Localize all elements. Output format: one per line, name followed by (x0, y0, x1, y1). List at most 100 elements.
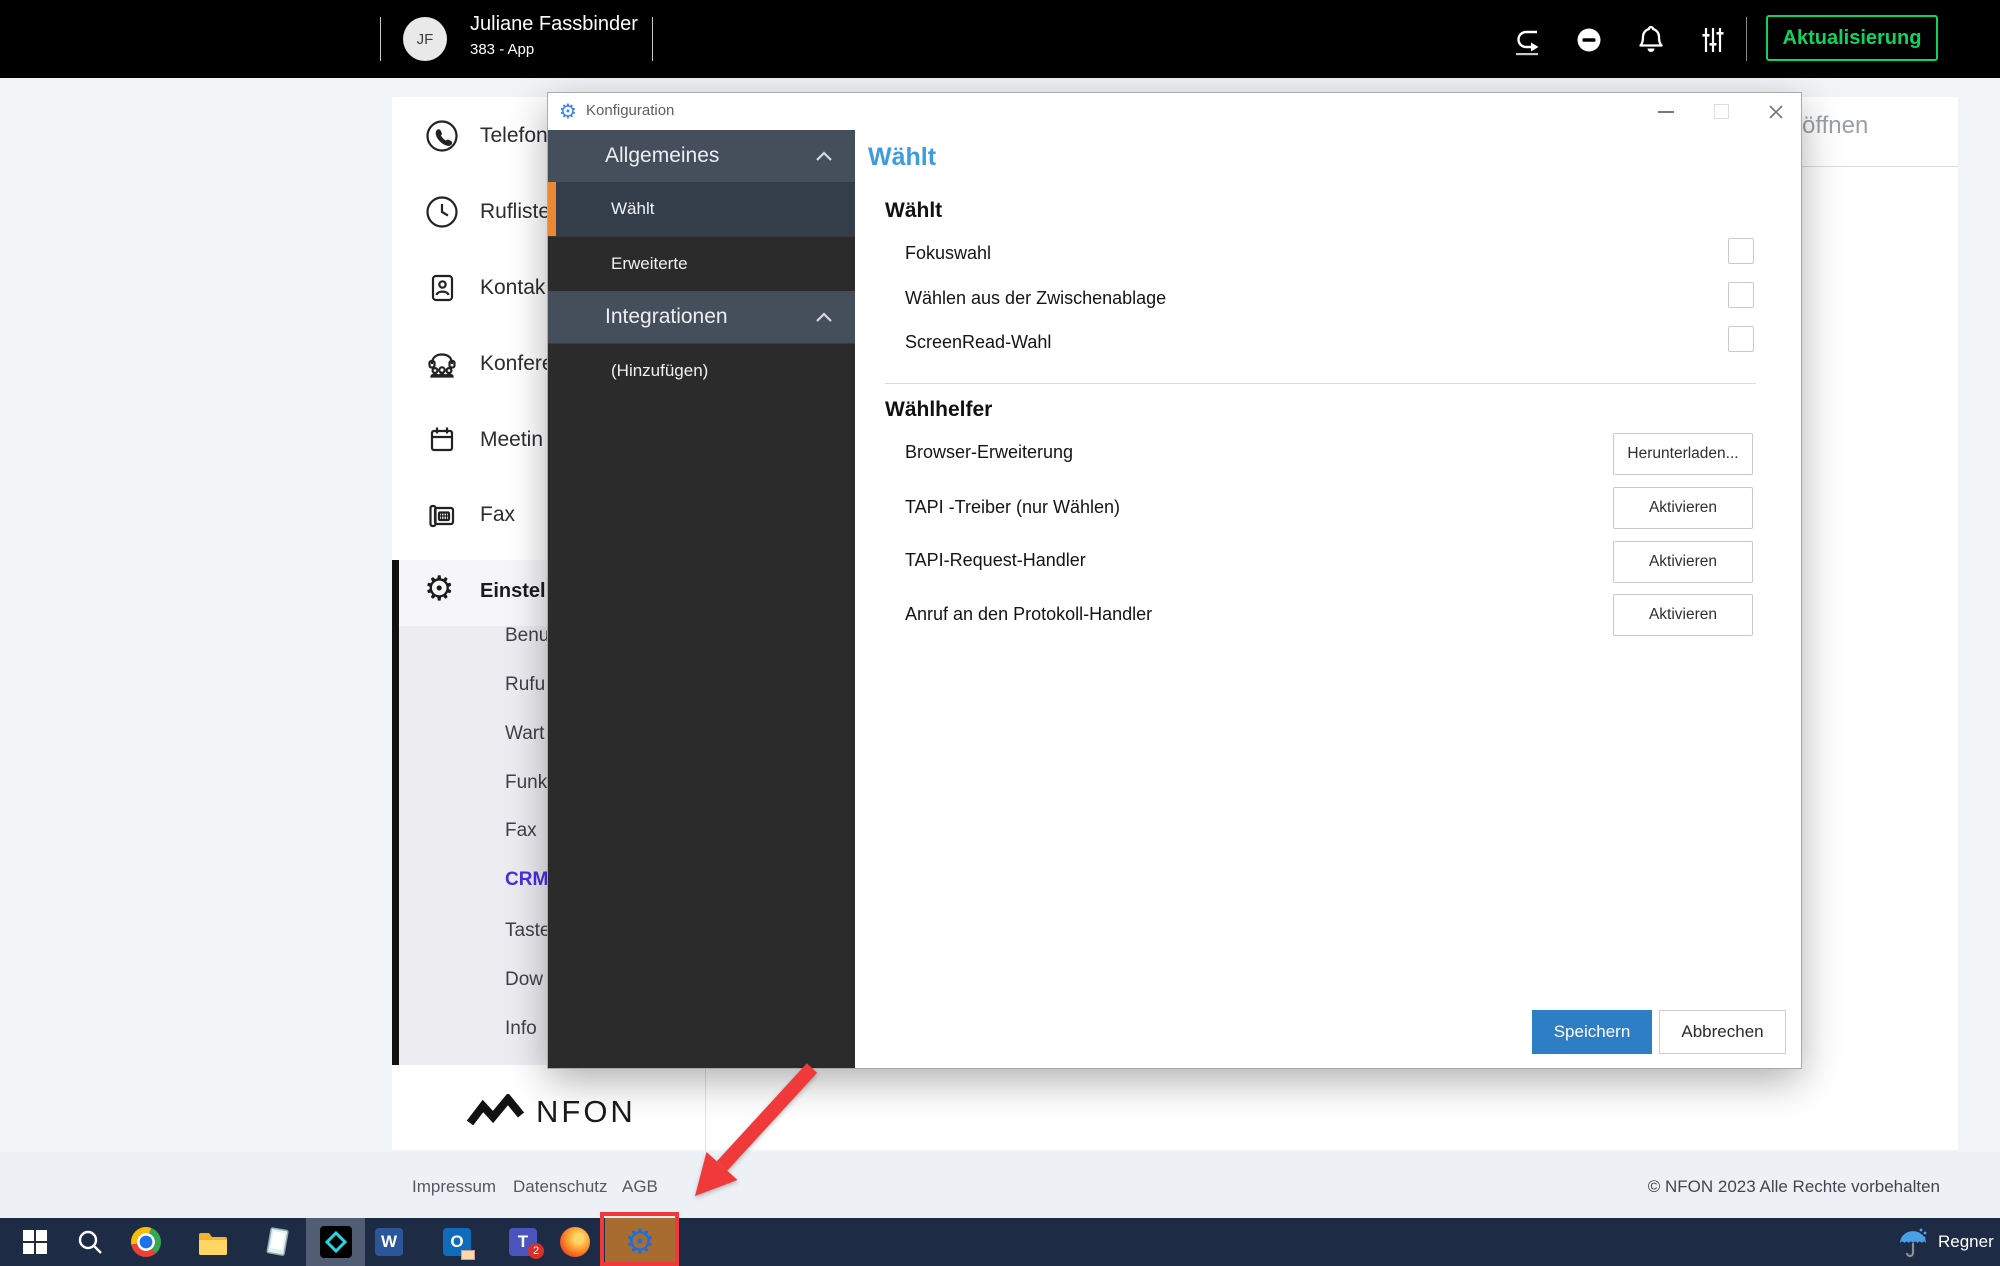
settings-active-bar (392, 560, 399, 1065)
file-explorer-icon[interactable] (197, 1218, 229, 1266)
search-hint-text: öffnen (1802, 112, 1869, 139)
topbar-divider (1746, 17, 1747, 61)
footer-link-datenschutz[interactable]: Datenschutz (513, 1177, 608, 1197)
fax-icon (424, 497, 460, 533)
gear-icon: ⚙ (559, 99, 577, 123)
screenread-checkbox[interactable] (1728, 326, 1754, 352)
settings-subitem-crm[interactable]: CRM (505, 869, 548, 891)
dialog-titlebar[interactable]: ⚙ Konfiguration (548, 93, 1801, 130)
update-button-label: Aktualisierung (1782, 26, 1922, 49)
dialog-nav: Allgemeines Wählt Erweiterte Integration… (548, 130, 855, 1068)
update-button[interactable]: Aktualisierung (1766, 15, 1938, 61)
sidebar-item-fax[interactable]: Fax (480, 503, 515, 527)
footer-link-impressum[interactable]: Impressum (412, 1177, 496, 1197)
settings-subitem-info[interactable]: Info (505, 1018, 537, 1040)
search-icon[interactable] (75, 1218, 105, 1266)
aktivieren-protokoll-button[interactable]: Aktivieren (1613, 594, 1753, 636)
aktivieren-tapi-treiber-button[interactable]: Aktivieren (1613, 487, 1753, 529)
zwischenablage-label: Wählen aus der Zwischenablage (905, 288, 1167, 308)
user-subtitle: 383 - App (470, 41, 535, 58)
conference-icon (424, 346, 460, 382)
sidebar-item-einstellungen[interactable]: Einstell (480, 580, 551, 603)
cancel-button[interactable]: Abbrechen (1659, 1010, 1786, 1054)
topbar: JF Juliane Fassbinder 383 - App Aktualis… (0, 0, 2000, 78)
tapi-treiber-label: TAPI -Treiber (nur Wählen) (905, 497, 1121, 517)
sidebar-item-telefon[interactable]: Telefon (480, 124, 548, 148)
topbar-divider (652, 17, 653, 61)
aktivieren-tapi-request-button[interactable]: Aktivieren (1613, 541, 1753, 583)
taskbar: W O T 2 ⚙ Regner (0, 1218, 2000, 1266)
firefox-icon[interactable] (560, 1218, 590, 1266)
zwischenablage-checkbox[interactable] (1728, 282, 1754, 308)
close-icon (1769, 104, 1783, 119)
search-input[interactable]: öffnen (1802, 112, 1868, 140)
tapi-request-handler-label: TAPI-Request-Handler (905, 550, 1086, 570)
weather-widget[interactable] (1896, 1218, 1932, 1266)
outlook-icon[interactable]: O (441, 1218, 475, 1266)
screenread-label: ScreenRead-Wahl (905, 332, 1052, 352)
word-icon[interactable]: W (374, 1218, 404, 1266)
copyright-text: © NFON 2023 Alle Rechte vorbehalten (1647, 1177, 1940, 1196)
maximize-icon (1713, 104, 1729, 119)
nav-item-hinzufuegen[interactable]: (Hinzufügen) (548, 343, 855, 398)
avatar-initials: JF (416, 30, 434, 48)
nav-group-allgemeines[interactable]: Allgemeines (548, 130, 855, 182)
do-not-disturb-icon[interactable] (1572, 23, 1606, 57)
config-dialog: ⚙ Konfiguration Allgemeines Wählt Erweit… (548, 93, 1801, 1068)
close-button[interactable] (1756, 93, 1796, 130)
fokuswahl-checkbox[interactable] (1728, 238, 1754, 264)
user-name: Juliane Fassbinder (470, 13, 638, 35)
nfon-logo-text: NFON (536, 1094, 636, 1129)
nav-item-erweiterte[interactable]: Erweiterte (548, 236, 855, 291)
chevron-up-icon (816, 312, 832, 322)
filter-sliders-icon[interactable] (1695, 22, 1731, 58)
topbar-divider (380, 17, 381, 61)
clock-icon (424, 194, 460, 230)
maximize-button[interactable] (1701, 93, 1741, 130)
settings-subitem-warteschlange[interactable]: Wart (505, 723, 544, 745)
contact-card-icon (424, 270, 460, 306)
sidebar-item-rufliste[interactable]: Rufliste (480, 200, 550, 224)
weather-label: Regner (1938, 1232, 1994, 1251)
annotation-highlight-box (600, 1212, 679, 1266)
settings-subitem-fax[interactable]: Fax (505, 820, 537, 842)
sidebar-item-konferenz[interactable]: Konfere (480, 352, 554, 376)
section-title-waehlhelfer: Wählhelfer (885, 398, 993, 421)
minimize-button[interactable] (1646, 93, 1686, 130)
save-button[interactable]: Speichern (1532, 1010, 1652, 1054)
calendar-icon (424, 422, 460, 458)
nfon-logo-mark (466, 1094, 525, 1126)
gear-icon: ⚙ (424, 569, 455, 609)
phone-icon (424, 118, 460, 154)
herunterladen-button[interactable]: Herunterladen... (1613, 433, 1753, 475)
notepad-icon[interactable] (261, 1218, 293, 1266)
nav-selected-bar (548, 182, 556, 236)
notifications-bell-icon[interactable] (1633, 22, 1669, 58)
settings-subitem-funktionen[interactable]: Funk (505, 772, 547, 794)
sidebar-item-meetings[interactable]: Meetin (480, 428, 543, 452)
umbrella-rain-icon (1900, 1228, 1927, 1258)
teams-badge: 2 (528, 1243, 544, 1259)
settings-subitem-downloads[interactable]: Dow (505, 969, 543, 991)
nav-item-waehlt[interactable]: Wählt (548, 182, 855, 236)
teams-icon[interactable]: T 2 (507, 1218, 544, 1266)
chrome-icon[interactable] (131, 1218, 161, 1266)
fokuswahl-label: Fokuswahl (905, 243, 992, 263)
settings-subitem-rufumleitung[interactable]: Rufu (505, 674, 545, 696)
annotation-arrow (695, 1063, 818, 1196)
minimize-icon (1658, 110, 1674, 113)
avatar[interactable]: JF (403, 17, 447, 61)
nfon-app-icon[interactable] (318, 1218, 354, 1266)
browser-erweiterung-label: Browser-Erweiterung (905, 442, 1074, 462)
nav-group-integrationen[interactable]: Integrationen (548, 291, 855, 343)
settings-subitem-benutzer[interactable]: Benu (505, 625, 549, 647)
envelope-icon (461, 1250, 475, 1260)
sidebar-item-kontakte[interactable]: Kontak (480, 276, 545, 300)
dialog-title: Konfiguration (586, 102, 675, 119)
search-underline (1802, 166, 1958, 167)
start-button[interactable] (20, 1218, 50, 1266)
call-redirect-icon[interactable] (1510, 23, 1544, 57)
protokoll-handler-label: Anruf an den Protokoll-Handler (905, 604, 1153, 624)
chevron-up-icon (816, 151, 832, 161)
settings-subitem-tasten[interactable]: Taste (505, 920, 550, 942)
